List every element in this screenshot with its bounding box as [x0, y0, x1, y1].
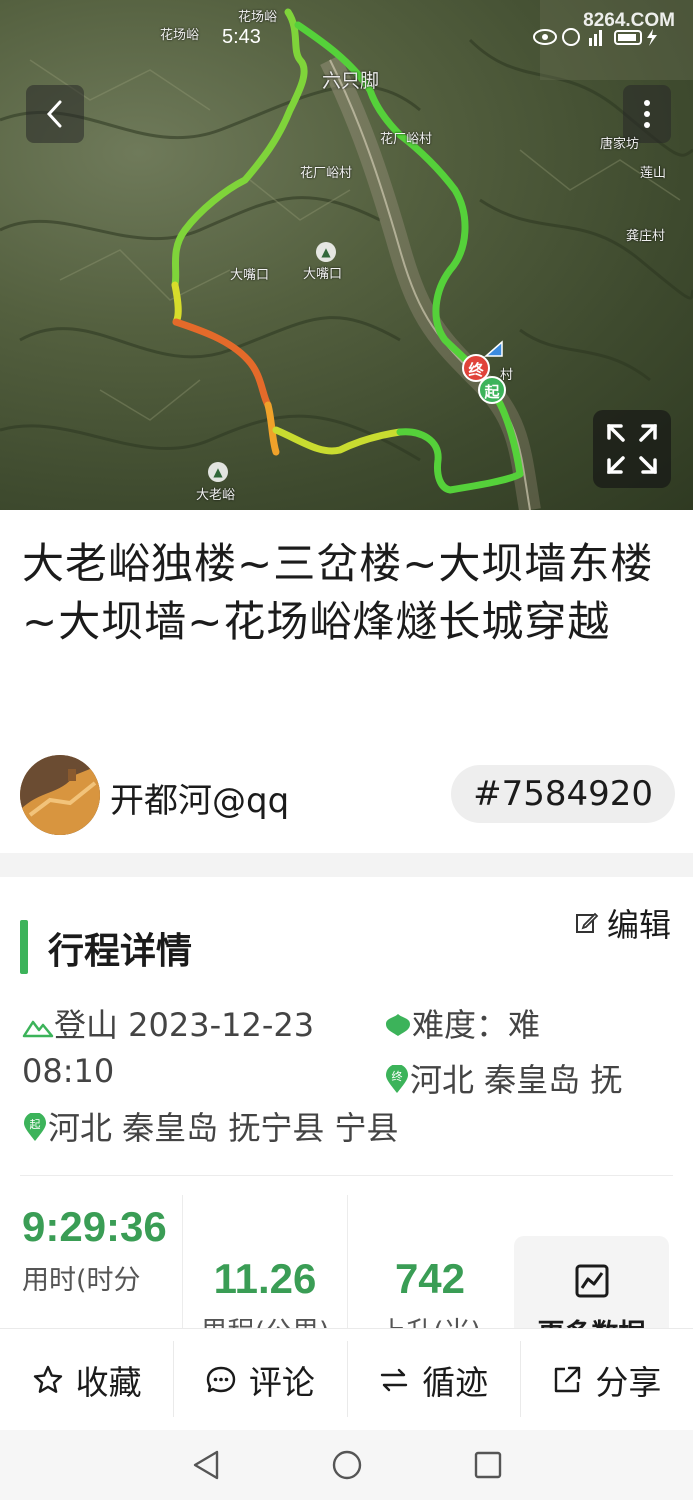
star-icon	[33, 1365, 62, 1393]
difficulty-icon	[386, 1014, 410, 1036]
favorite-button[interactable]: 收藏	[0, 1329, 173, 1430]
end-location-info: 终 河北 秦皇岛 抚	[384, 1057, 674, 1103]
difficulty-info: 难度：难	[384, 1002, 674, 1048]
more-vertical-icon	[644, 100, 650, 128]
avatar-image	[20, 755, 100, 835]
activity-info: 登山 2023-12-23 08:10	[22, 1002, 372, 1094]
comment-button[interactable]: 评论	[173, 1329, 346, 1430]
comment-label: 评论	[248, 1362, 315, 1402]
status-time: 5:43	[222, 26, 261, 48]
stat-duration: 9:29:36 用时(时分	[22, 1200, 172, 1330]
map-place-label: 花厂峪村	[380, 132, 433, 147]
mountain-pin-icon: ▲	[208, 462, 228, 482]
map-place-label: 花场峪	[160, 28, 200, 43]
mountain-pin-icon: ▲	[316, 242, 336, 262]
author-name[interactable]: 开都河@qq	[110, 773, 289, 822]
divider	[20, 1175, 673, 1176]
stat-ascent-value: 742	[394, 1255, 466, 1302]
mountain-icon	[22, 1020, 54, 1038]
stat-duration-value: 9:29:36	[22, 1203, 167, 1250]
share-icon	[555, 1366, 581, 1392]
svg-text:终: 终	[392, 1069, 403, 1083]
avatar[interactable]	[20, 755, 100, 835]
stat-duration-label: 用时(时分	[22, 1265, 141, 1296]
map-place-label: 大嘴口	[303, 267, 343, 282]
swap-arrows-icon	[380, 1368, 408, 1391]
map-place-label: 大老峪	[196, 488, 236, 503]
stat-separator	[182, 1195, 183, 1330]
section-divider	[0, 853, 693, 877]
difficulty-text: 难度：难	[412, 1006, 541, 1044]
route-map[interactable]: 8264.COM 5:43 花场峪 花场峪 六只脚 花厂峪村 花厂峪村 唐家坊 …	[0, 0, 693, 510]
stat-separator	[347, 1195, 348, 1330]
chart-icon	[575, 1264, 608, 1298]
status-indicator-icons	[533, 28, 657, 46]
map-place-label: 莲山	[640, 166, 667, 181]
edit-icon	[575, 912, 599, 933]
end-location-text: 河北 秦皇岛 抚	[410, 1061, 623, 1099]
share-button[interactable]: 分享	[519, 1329, 693, 1430]
map-place-label: 花厂峪村	[300, 166, 353, 181]
activity-text: 登山 2023-12-23 08:10	[22, 1006, 315, 1090]
author-row[interactable]: 开都河@qq #7584920	[20, 755, 675, 835]
nav-back-icon[interactable]	[191, 1449, 221, 1481]
nav-home-icon[interactable]	[331, 1449, 363, 1481]
favorite-label: 收藏	[75, 1362, 142, 1402]
track-id-badge[interactable]: #7584920	[451, 765, 675, 823]
fullscreen-button[interactable]	[593, 410, 671, 488]
start-location-text: 河北 秦皇岛 抚宁县 宁县	[48, 1109, 399, 1147]
share-label: 分享	[595, 1362, 662, 1402]
follow-track-label: 循迹	[422, 1362, 489, 1402]
edit-label: 编辑	[606, 906, 671, 944]
track-title: 大老峪独楼~三岔楼~大坝墙东楼~大坝墙~花场峪烽燧长城穿越	[22, 539, 654, 646]
bottom-action-bar: 收藏 评论 循迹 分享	[0, 1328, 693, 1430]
map-place-label: 花场峪	[238, 10, 278, 25]
map-place-label: 大嘴口	[230, 268, 270, 283]
section-title: 行程详情	[48, 931, 193, 972]
start-marker[interactable]: 起	[478, 376, 506, 404]
status-bar: 5:43	[0, 24, 693, 54]
map-place-label: 六只脚	[322, 70, 380, 92]
end-location-pin-icon: 终	[386, 1064, 408, 1093]
follow-track-button[interactable]: 循迹	[346, 1329, 520, 1430]
stat-distance-value: 11.26	[213, 1255, 317, 1302]
back-button[interactable]	[26, 85, 84, 143]
chevron-left-icon	[46, 100, 62, 128]
direction-arrow-icon	[484, 340, 503, 357]
comment-icon	[206, 1366, 236, 1392]
expand-icon	[607, 424, 657, 474]
nav-recents-icon[interactable]	[473, 1450, 503, 1480]
map-place-label: 唐家坊	[600, 137, 640, 152]
start-location-info: 起 河北 秦皇岛 抚宁县 宁县	[22, 1105, 662, 1151]
edit-button[interactable]: 编辑	[575, 900, 671, 946]
section-accent-bar	[20, 920, 28, 974]
status-icons	[533, 26, 663, 53]
map-place-label: 龚庄村	[626, 229, 666, 244]
svg-text:起: 起	[30, 1118, 41, 1131]
start-location-pin-icon: 起	[24, 1112, 46, 1141]
system-navigation-bar	[0, 1430, 693, 1500]
